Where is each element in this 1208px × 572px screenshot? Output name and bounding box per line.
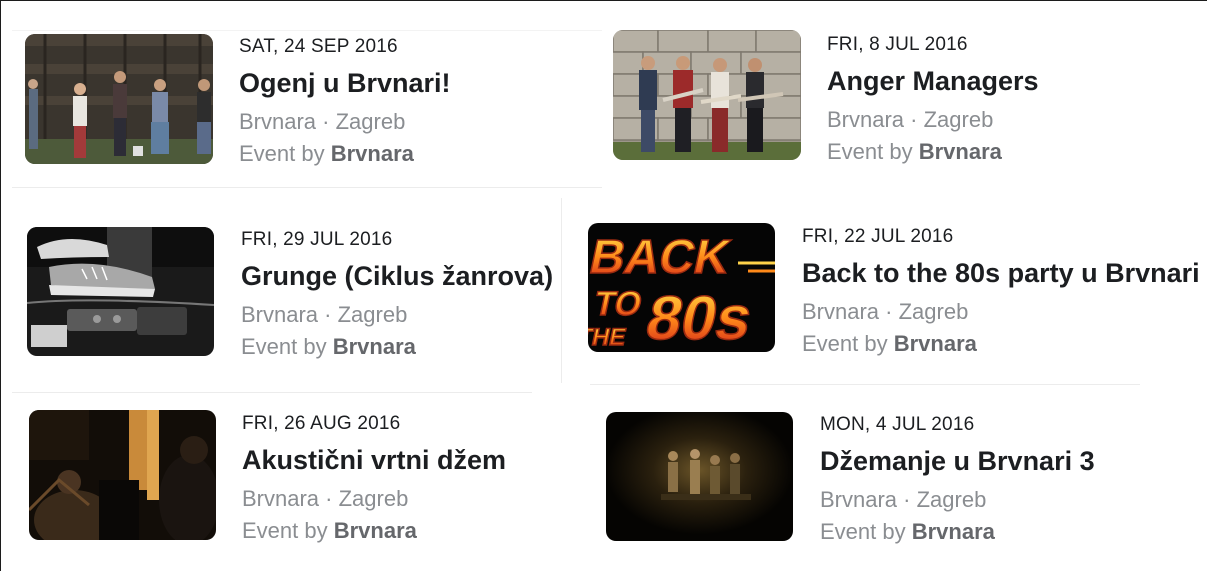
city-name: Zagreb xyxy=(923,107,994,132)
sneaker-photo-icon xyxy=(27,227,214,356)
event-date: MON, 4 JUL 2016 xyxy=(820,414,975,435)
event-host: Event by Brvnara xyxy=(827,139,1039,165)
venue-name: Brvnara xyxy=(241,302,319,327)
event-location: Brvnara · Zagreb xyxy=(239,109,451,135)
event-date: SAT, 24 SEP 2016 xyxy=(239,36,398,57)
city-name: Zagreb xyxy=(338,486,409,511)
band-photo-icon xyxy=(25,34,213,164)
host-link[interactable]: Brvnara xyxy=(912,519,995,544)
host-prefix: Event by xyxy=(239,141,331,166)
event-location: Brvnara · Zagreb xyxy=(241,302,553,328)
logo-text-to: TO xyxy=(591,285,646,323)
separator: · xyxy=(879,299,899,324)
city-name: Zagreb xyxy=(335,109,406,134)
event-thumbnail[interactable] xyxy=(27,227,214,356)
host-link[interactable]: Brvnara xyxy=(333,334,416,359)
venue-name: Brvnara xyxy=(802,299,880,324)
event-host: Event by Brvnara xyxy=(820,519,1095,545)
separator: · xyxy=(319,486,339,511)
event-title[interactable]: Džemanje u Brvnari 3 xyxy=(820,445,1095,477)
event-host: Event by Brvnara xyxy=(241,334,553,360)
separator: · xyxy=(897,487,917,512)
host-link[interactable]: Brvnara xyxy=(331,141,414,166)
host-prefix: Event by xyxy=(827,139,919,164)
event-thumbnail[interactable] xyxy=(613,30,801,160)
host-link[interactable]: Brvnara xyxy=(334,518,417,543)
event-location: Brvnara · Zagreb xyxy=(802,299,1200,325)
event-date: FRI, 22 JUL 2016 xyxy=(802,226,954,247)
separator: · xyxy=(904,107,924,132)
venue-name: Brvnara xyxy=(242,486,320,511)
separator: · xyxy=(318,302,338,327)
logo-text-the: THE xyxy=(588,324,628,351)
event-title[interactable]: Akustični vrtni džem xyxy=(242,444,506,476)
row-divider xyxy=(12,392,532,393)
event-thumbnail[interactable] xyxy=(606,412,793,541)
venue-name: Brvnara xyxy=(827,107,905,132)
event-title[interactable]: Anger Managers xyxy=(827,65,1039,97)
row-divider xyxy=(590,384,1140,385)
event-host: Event by Brvnara xyxy=(242,518,506,544)
event-title[interactable]: Back to the 80s party u Brvnari xyxy=(802,257,1200,289)
host-prefix: Event by xyxy=(241,334,333,359)
back-to-the-80s-logo-icon: BACK TO THE 80s xyxy=(588,223,775,352)
logo-text-80s: 80s xyxy=(640,284,758,352)
column-divider xyxy=(561,198,562,383)
city-name: Zagreb xyxy=(898,299,969,324)
event-thumbnail[interactable] xyxy=(25,34,213,164)
event-location: Brvnara · Zagreb xyxy=(820,487,1095,513)
event-title[interactable]: Ogenj u Brvnari! xyxy=(239,67,451,99)
event-date: FRI, 29 JUL 2016 xyxy=(241,229,393,250)
event-date: FRI, 8 JUL 2016 xyxy=(827,34,968,55)
event-host: Event by Brvnara xyxy=(239,141,451,167)
event-location: Brvnara · Zagreb xyxy=(242,486,506,512)
host-link[interactable]: Brvnara xyxy=(919,139,1002,164)
venue-name: Brvnara xyxy=(239,109,317,134)
event-host: Event by Brvnara xyxy=(802,331,1200,357)
logo-text-back: BACK xyxy=(588,230,735,283)
event-thumbnail[interactable] xyxy=(29,410,216,540)
city-name: Zagreb xyxy=(337,302,408,327)
event-title[interactable]: Grunge (Ciklus žanrova) xyxy=(241,260,553,292)
separator: · xyxy=(316,109,336,134)
event-thumbnail[interactable]: BACK TO THE 80s xyxy=(588,223,775,352)
host-prefix: Event by xyxy=(242,518,334,543)
venue-name: Brvnara xyxy=(820,487,898,512)
band-photo-icon xyxy=(613,30,801,160)
row-divider xyxy=(12,30,602,31)
row-divider xyxy=(12,187,602,188)
host-prefix: Event by xyxy=(802,331,894,356)
city-name: Zagreb xyxy=(916,487,987,512)
host-prefix: Event by xyxy=(820,519,912,544)
host-link[interactable]: Brvnara xyxy=(894,331,977,356)
dark-stage-photo-icon xyxy=(606,412,793,541)
acoustic-jam-photo-icon xyxy=(29,410,216,540)
event-date: FRI, 26 AUG 2016 xyxy=(242,413,401,434)
event-location: Brvnara · Zagreb xyxy=(827,107,1039,133)
